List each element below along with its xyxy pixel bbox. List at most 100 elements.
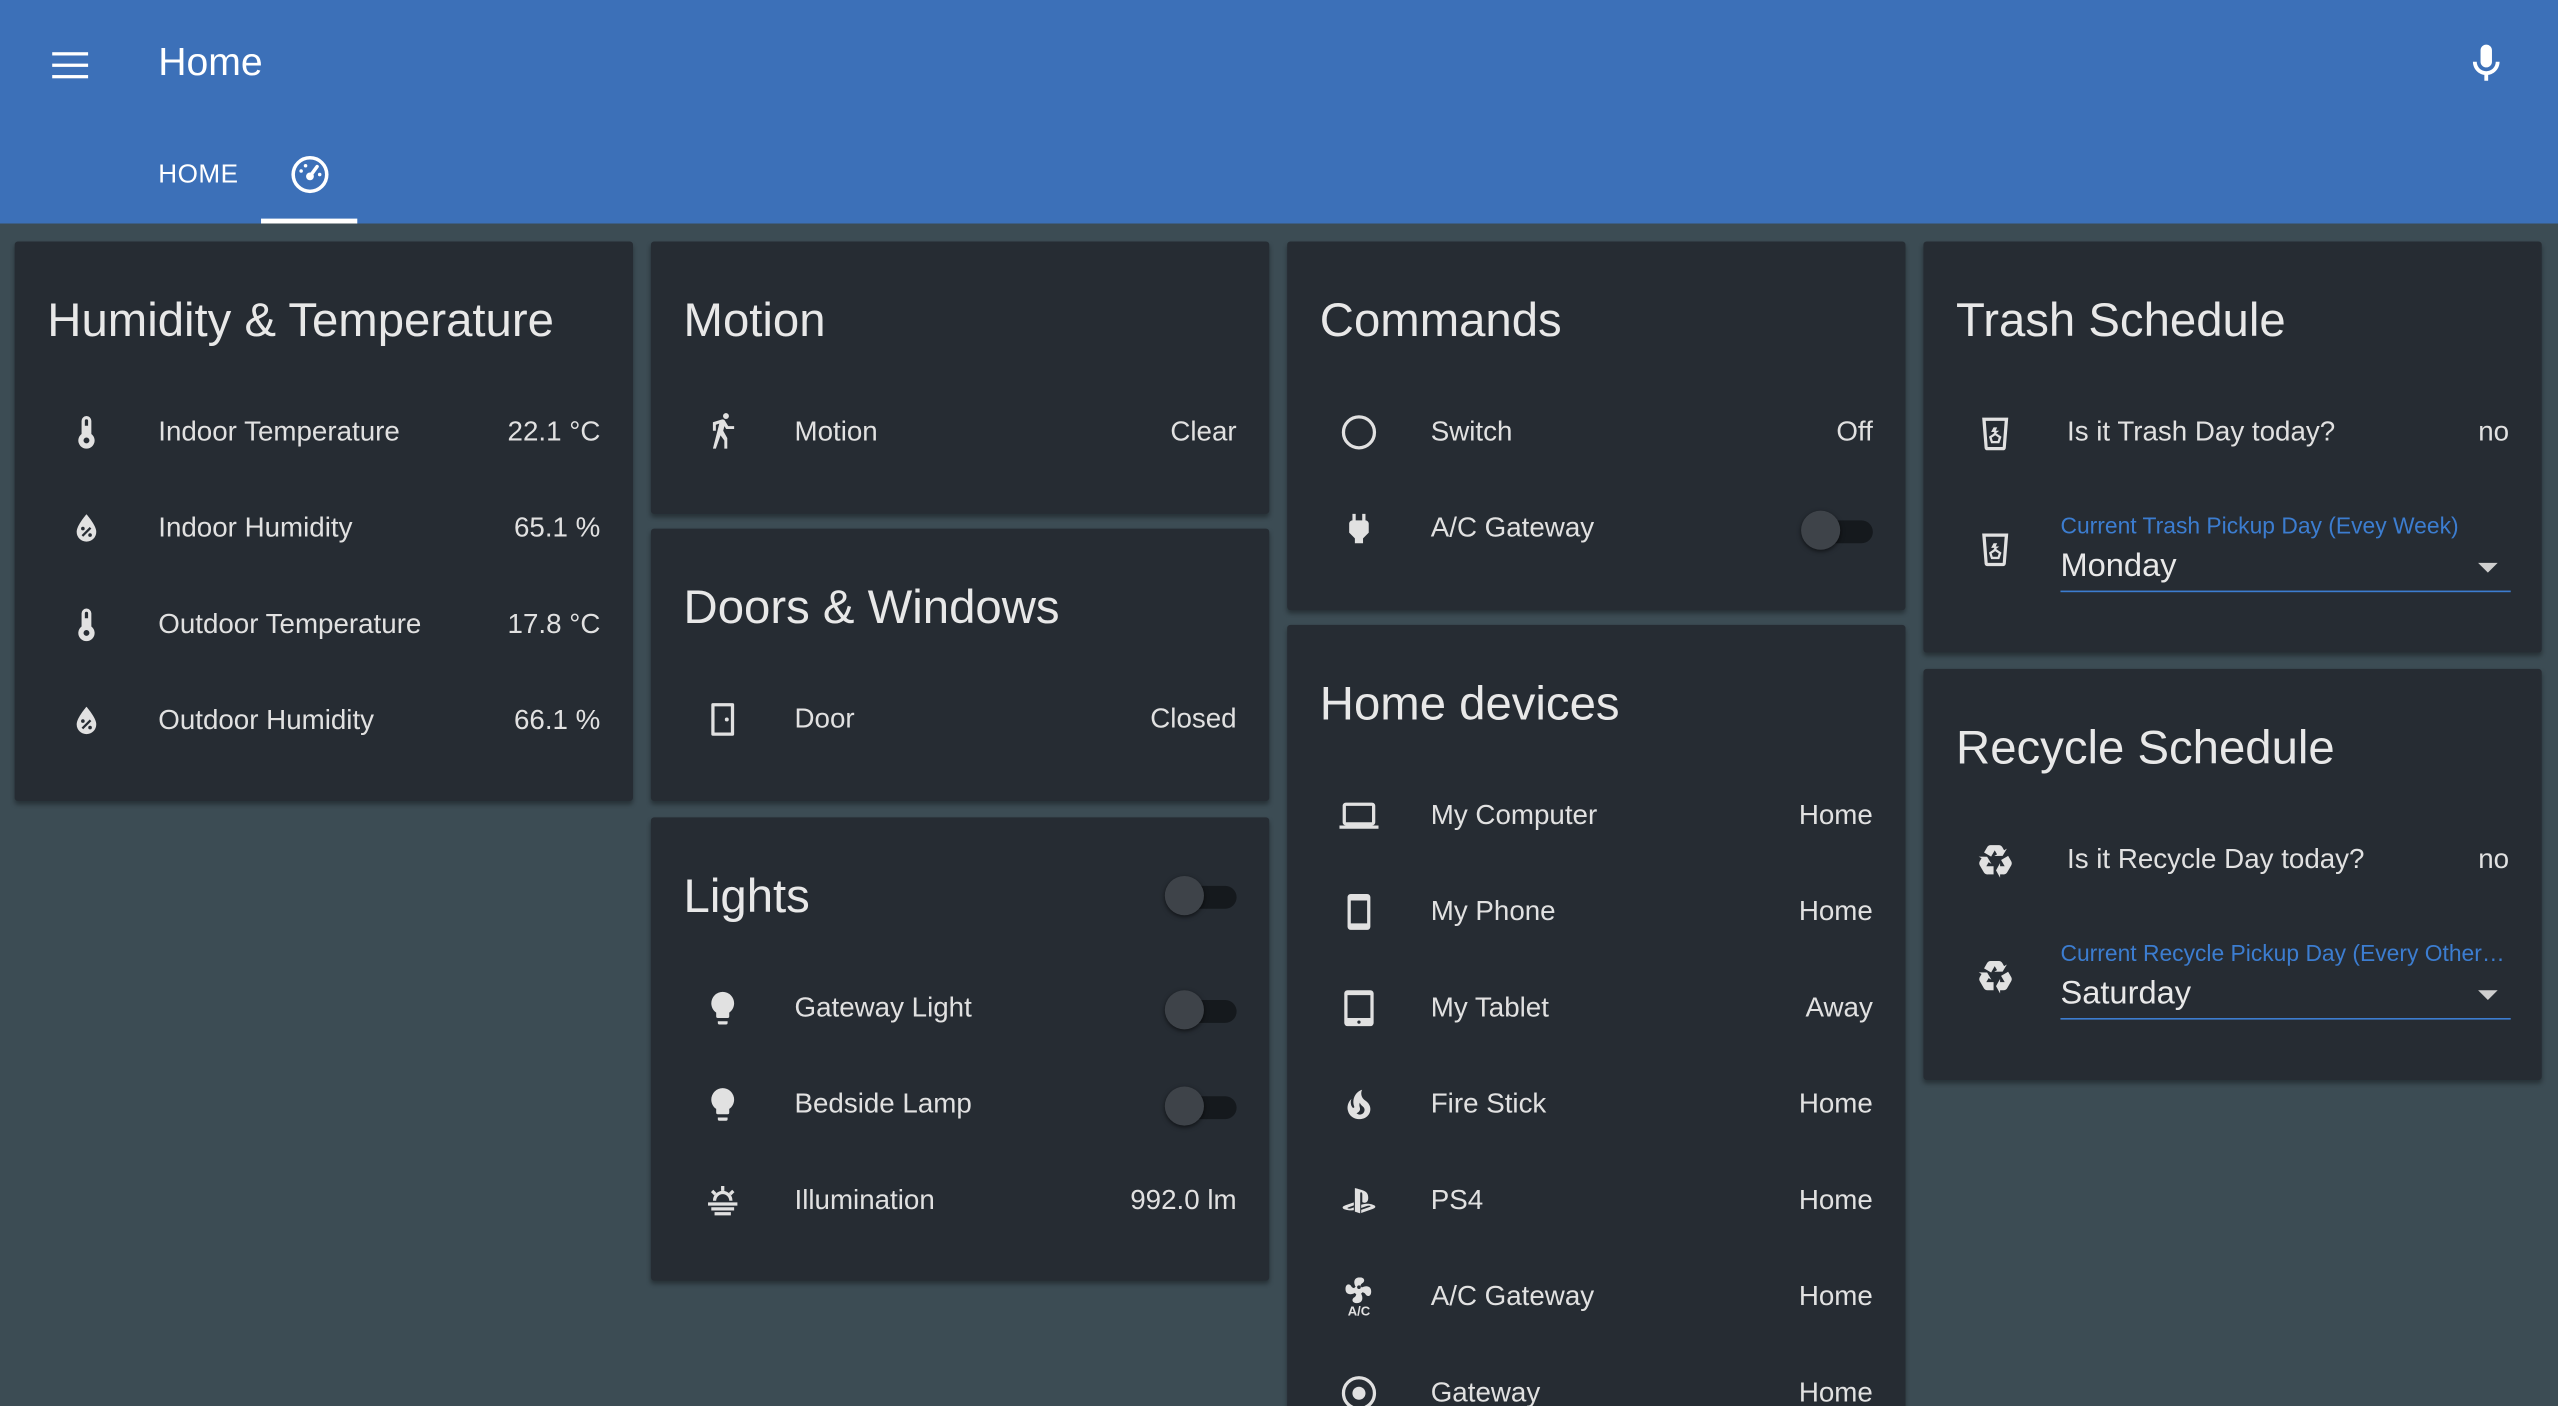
card-title: Home devices — [1319, 678, 1620, 731]
entity-row-outdoor-temperature[interactable]: Outdoor Temperature 17.8 °C — [15, 592, 633, 657]
page-title: Home — [158, 40, 263, 85]
entity-value: Away — [1805, 991, 1873, 1023]
select-value: Monday — [2060, 548, 2177, 585]
circle-outline-icon — [1341, 415, 1377, 450]
toggle-knob — [1801, 510, 1841, 550]
toggle-knob — [1164, 876, 1204, 916]
card-title: Trash Schedule — [1956, 295, 2286, 348]
entity-value: Closed — [1150, 703, 1237, 735]
cellphone-icon — [1347, 894, 1371, 930]
entity-row-gateway[interactable]: Gateway Home — [1287, 1361, 1905, 1406]
entity-label: Fire Stick — [1430, 1088, 1547, 1120]
entity-row-gateway-light[interactable]: Gateway Light — [651, 976, 1269, 1041]
chevron-down-icon — [2478, 990, 2498, 1001]
door-icon — [711, 703, 735, 736]
entity-row-ac-gateway-switch[interactable]: A/C Gateway — [1287, 496, 1905, 561]
entity-row-motion[interactable]: Motion Clear — [651, 400, 1269, 465]
bedside-lamp-toggle[interactable] — [1164, 1086, 1237, 1126]
svg-text:A/C: A/C — [1348, 1304, 1371, 1317]
entity-row-fire-stick[interactable]: Fire Stick Home — [1287, 1072, 1905, 1137]
gateway-light-toggle[interactable] — [1164, 990, 1237, 1030]
entity-label: Is it Recycle Day today? — [2066, 843, 2365, 875]
entity-label: Door — [794, 703, 855, 735]
entity-value: Home — [1798, 1184, 1873, 1216]
entity-value: no — [2478, 416, 2510, 448]
tablet-icon — [1344, 990, 1374, 1027]
illumination-icon — [708, 1186, 738, 1216]
entity-label: Motion — [794, 416, 878, 448]
entity-label: Indoor Temperature — [158, 416, 400, 448]
tab-home[interactable]: HOME — [127, 134, 267, 224]
entity-row-is-recycle-day[interactable]: Is it Recycle Day today? no — [1923, 827, 2541, 892]
entity-row-illumination[interactable]: Illumination 992.0 lm — [651, 1168, 1269, 1233]
entity-value: 17.8 °C — [507, 608, 601, 640]
thermometer-icon — [78, 608, 95, 642]
tab-home-label: HOME — [158, 161, 239, 190]
toggle-knob — [1164, 1086, 1204, 1126]
lights-group-toggle[interactable] — [1164, 876, 1237, 916]
air-conditioner-icon: A/C — [1345, 1277, 1372, 1317]
entity-value: Home — [1798, 895, 1873, 927]
entity-row-ps4[interactable]: PS4 Home — [1287, 1168, 1905, 1233]
entity-label: A/C Gateway — [1430, 512, 1595, 544]
entity-value: Home — [1798, 1088, 1873, 1120]
doors-windows-card: Doors & Windows Door Closed — [650, 528, 1270, 802]
entity-row-my-tablet[interactable]: My Tablet Away — [1287, 976, 1905, 1041]
lightbulb-icon — [711, 1088, 735, 1121]
radiobox-marked-icon — [1341, 1376, 1377, 1406]
microphone-button[interactable] — [2463, 39, 2509, 88]
app-header: Home HOME — [0, 0, 2558, 224]
recycle-icon — [1978, 845, 2012, 878]
entity-label: My Tablet — [1430, 991, 1549, 1023]
humidity-temperature-card: Humidity & Temperature Indoor Temperatur… — [14, 241, 633, 802]
entity-label: Bedside Lamp — [794, 1088, 972, 1120]
card-title: Lights — [683, 871, 810, 924]
entity-row-my-phone[interactable]: My Phone Home — [1287, 879, 1905, 944]
entity-value: Clear — [1170, 416, 1237, 448]
home-devices-card: Home devices My Computer Home My Phone H… — [1287, 624, 1906, 1406]
entity-row-outdoor-humidity[interactable]: Outdoor Humidity 66.1 % — [15, 688, 633, 753]
ac-gateway-toggle[interactable] — [1801, 510, 1873, 550]
entity-row-indoor-temperature[interactable]: Indoor Temperature 22.1 °C — [15, 400, 633, 465]
entity-row-indoor-humidity[interactable]: Indoor Humidity 65.1 % — [15, 496, 633, 561]
entity-row-ac-gateway-tracker[interactable]: A/C A/C Gateway Home — [1287, 1264, 1905, 1329]
fire-icon — [1347, 1089, 1371, 1120]
card-title: Motion — [683, 295, 826, 348]
entity-label: Gateway Light — [794, 991, 972, 1023]
recycle-pickup-day-select[interactable]: Current Recycle Pickup Day (Every Other … — [2060, 940, 2511, 1022]
entity-value: Home — [1798, 1280, 1873, 1312]
select-label: Current Trash Pickup Day (Evey Week) — [2060, 512, 2459, 539]
menu-button[interactable] — [49, 47, 91, 83]
entity-value: 66.1 % — [513, 704, 601, 736]
tab-active-indicator — [261, 218, 358, 224]
laptop-icon — [1339, 802, 1379, 829]
entity-row-door[interactable]: Door Closed — [651, 687, 1269, 752]
entity-label: Switch — [1430, 416, 1513, 448]
entity-label: My Computer — [1430, 799, 1598, 831]
recycle-schedule-card: Recycle Schedule Is it Recycle Day today… — [1923, 668, 2542, 1080]
select-value: Saturday — [2060, 975, 2192, 1012]
walk-icon — [712, 413, 735, 449]
menu-icon-bar — [52, 75, 89, 79]
lights-card: Lights Gateway Light Bedside Lamp Illumi… — [650, 817, 1270, 1281]
chevron-down-icon — [2478, 562, 2498, 573]
entity-value: no — [2478, 843, 2510, 875]
select-underline — [2060, 590, 2511, 593]
tab-dashboard[interactable] — [261, 134, 358, 224]
entity-row-is-trash-day[interactable]: Is it Trash Day today? no — [1923, 400, 2541, 465]
speedometer-icon — [291, 156, 329, 194]
entity-row-bedside-lamp[interactable]: Bedside Lamp — [651, 1072, 1269, 1137]
trash-pickup-day-select[interactable]: Current Trash Pickup Day (Evey Week) Mon… — [2060, 512, 2511, 594]
entity-label: PS4 — [1430, 1184, 1484, 1216]
entity-value: Home — [1798, 1376, 1873, 1406]
thermometer-icon — [78, 416, 95, 449]
commands-card: Commands Switch Off A/C Gateway — [1287, 241, 1906, 611]
entity-row-switch[interactable]: Switch Off — [1287, 400, 1905, 465]
trash-can-icon — [1982, 533, 2009, 567]
playstation-icon — [1342, 1188, 1376, 1214]
entity-value: Off — [1836, 416, 1873, 448]
entity-row-my-computer[interactable]: My Computer Home — [1287, 783, 1905, 848]
entity-label: My Phone — [1430, 895, 1556, 927]
water-percent-icon — [76, 514, 97, 542]
entity-label: Indoor Humidity — [158, 512, 353, 544]
